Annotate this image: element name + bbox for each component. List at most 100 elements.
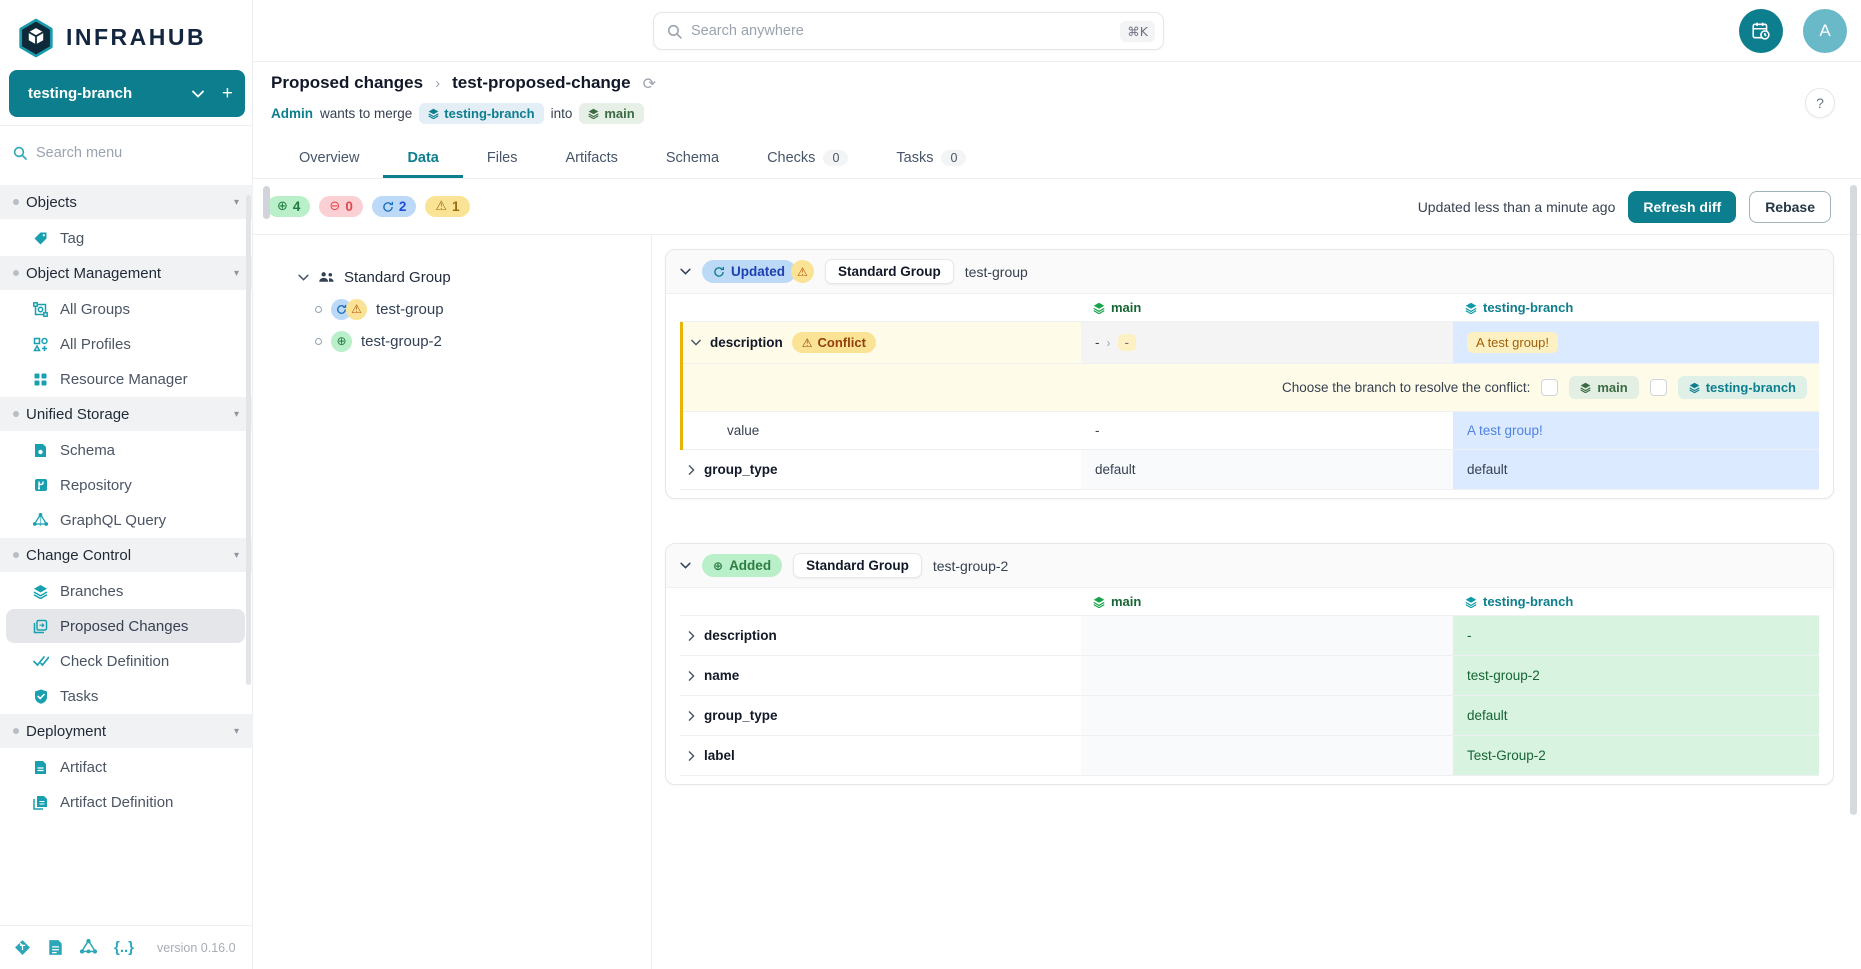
diff-card-header[interactable]: ⊕ Added Standard Group test-group-2: [666, 544, 1833, 588]
property-name: description: [704, 628, 777, 643]
sidebar-item-artifact[interactable]: Artifact: [6, 750, 245, 784]
help-button[interactable]: ?: [1805, 88, 1835, 118]
branch-value-cell: test-group-2: [1453, 656, 1819, 695]
refresh-diff-button[interactable]: Refresh diff: [1628, 191, 1736, 223]
tab-files[interactable]: Files: [463, 140, 542, 178]
graphql-playground-icon[interactable]: [80, 939, 97, 956]
tab-label: Overview: [299, 150, 359, 166]
conflict-badge-icon: ⚠: [346, 299, 367, 320]
tree-node-test-group-2[interactable]: ⊕ test-group-2: [253, 325, 651, 357]
merge-summary: Admin wants to merge testing-branch into…: [271, 103, 644, 124]
diff-column-headers: main testing-branch: [680, 294, 1819, 322]
global-search[interactable]: ⌘K: [653, 12, 1164, 50]
sidebar-section-deployment[interactable]: Deployment ▾: [0, 714, 253, 748]
diff-row-label[interactable]: label Test-Group-2: [680, 736, 1819, 776]
sidebar-scrollbar-thumb[interactable]: [246, 195, 251, 685]
tab-label: Files: [487, 150, 518, 166]
chevron-down-icon[interactable]: [680, 562, 691, 569]
sidebar-item-tag[interactable]: Tag: [6, 221, 245, 255]
property-cell: name: [680, 656, 1081, 695]
chevron-right-icon[interactable]: [688, 671, 695, 681]
user-avatar[interactable]: A: [1803, 9, 1847, 53]
sidebar-item-graphql-query[interactable]: GraphQL Query: [6, 503, 245, 537]
diff-row-group-type[interactable]: group_type default default: [680, 450, 1819, 490]
target-branch-badge: main: [579, 103, 643, 124]
sidebar-item-artifact-definition[interactable]: Artifact Definition: [6, 785, 245, 819]
bullet-icon: [13, 411, 19, 417]
bullet-icon: [13, 199, 19, 205]
sidebar-item-resource-manager[interactable]: Resource Manager: [6, 362, 245, 396]
sidebar-item-all-groups[interactable]: All Groups: [6, 292, 245, 326]
section-label: Object Management: [26, 265, 161, 282]
branch-value-cell: default: [1453, 450, 1819, 489]
item-label: Tasks: [60, 688, 98, 705]
sidebar-item-branches[interactable]: Branches: [6, 574, 245, 608]
tab-count-badge: 0: [941, 150, 966, 166]
git-fork-icon[interactable]: [14, 939, 31, 956]
refresh-icon[interactable]: ⟳: [643, 74, 656, 93]
property-cell: group_type: [680, 696, 1081, 735]
chevron-down-icon[interactable]: [298, 274, 309, 281]
chevron-right-icon[interactable]: [688, 751, 695, 761]
sidebar-item-schema[interactable]: Schema: [6, 433, 245, 467]
tab-artifacts[interactable]: Artifacts: [542, 140, 642, 178]
search-icon: [667, 24, 682, 39]
chevron-down-icon[interactable]: [691, 339, 701, 346]
tab-checks[interactable]: Checks0: [743, 140, 872, 178]
target-branch-label: main: [604, 106, 634, 121]
breadcrumb-separator-icon: ›: [435, 75, 440, 92]
resolve-main-checkbox[interactable]: [1541, 379, 1558, 396]
chevron-right-icon[interactable]: [688, 631, 695, 641]
source-branch-badge: testing-branch: [419, 103, 543, 124]
breadcrumb-parent[interactable]: Proposed changes: [271, 73, 423, 93]
node-status-badges: ⚠: [331, 299, 367, 320]
tree-node-test-group[interactable]: ⚠ test-group: [253, 293, 651, 325]
branch-selector[interactable]: testing-branch +: [9, 70, 245, 117]
tab-tasks[interactable]: Tasks0: [872, 140, 990, 178]
sidebar-section-objects[interactable]: Objects ▾: [0, 185, 253, 219]
diff-table: main testing-branch description - nam: [680, 588, 1819, 784]
sidebar-item-all-profiles[interactable]: All Profiles: [6, 327, 245, 361]
schema-icon: [32, 443, 49, 458]
tab-overview[interactable]: Overview: [275, 140, 383, 178]
sidebar-item-tasks[interactable]: Tasks: [6, 679, 245, 713]
sidebar-section-object-management[interactable]: Object Management ▾: [0, 256, 253, 290]
tree-node-standard-group[interactable]: Standard Group: [253, 261, 651, 293]
diff-card-header[interactable]: Updated ⚠ Standard Group test-group: [666, 250, 1833, 294]
sidebar-item-proposed-changes[interactable]: Proposed Changes: [6, 609, 245, 643]
diff-row-name[interactable]: name test-group-2: [680, 656, 1819, 696]
circle-bullet-icon: [315, 338, 322, 345]
chevron-right-icon[interactable]: [688, 711, 695, 721]
diff-counts: ⊕4 ⊖0 2 ⚠1: [267, 196, 470, 217]
sidebar-item-repository[interactable]: Repository: [6, 468, 245, 502]
bullet-icon: [13, 552, 19, 558]
rebase-button[interactable]: Rebase: [1749, 191, 1831, 223]
chevron-down-icon[interactable]: [192, 90, 204, 98]
tab-schema[interactable]: Schema: [642, 140, 743, 178]
docs-icon[interactable]: [48, 939, 63, 956]
sidebar-item-check-definition[interactable]: Check Definition: [6, 644, 245, 678]
tasks-calendar-button[interactable]: [1739, 9, 1783, 53]
resolve-main-badge[interactable]: main: [1569, 376, 1638, 399]
menu-search[interactable]: [0, 133, 253, 173]
content-scrollbar-thumb[interactable]: [263, 186, 270, 219]
global-search-input[interactable]: [691, 23, 1111, 39]
sidebar-section-change-control[interactable]: Change Control ▾: [0, 538, 253, 572]
diff-row-description[interactable]: description ⚠Conflict - › - A test group…: [683, 322, 1819, 364]
diff-row-description[interactable]: description -: [680, 616, 1819, 656]
app-logo[interactable]: INFRAHUB: [0, 0, 252, 62]
swagger-braces-icon[interactable]: {..}: [114, 939, 134, 956]
resolve-branch-checkbox[interactable]: [1650, 379, 1667, 396]
resolve-branch-badge[interactable]: testing-branch: [1678, 376, 1807, 399]
tree-node-label: test-group-2: [361, 333, 442, 350]
diff-card-test-group: Updated ⚠ Standard Group test-group main…: [665, 249, 1834, 499]
tab-data[interactable]: Data: [383, 140, 462, 178]
sidebar-section-unified-storage[interactable]: Unified Storage ▾: [0, 397, 253, 431]
create-branch-button[interactable]: +: [222, 83, 233, 105]
chevron-down-icon[interactable]: [680, 268, 691, 275]
diff-row-group-type[interactable]: group_type default: [680, 696, 1819, 736]
menu-search-input[interactable]: [36, 145, 216, 161]
chevron-right-icon[interactable]: [688, 465, 695, 475]
arrow-right-icon: ›: [1107, 336, 1111, 350]
property-name: label: [704, 748, 735, 763]
